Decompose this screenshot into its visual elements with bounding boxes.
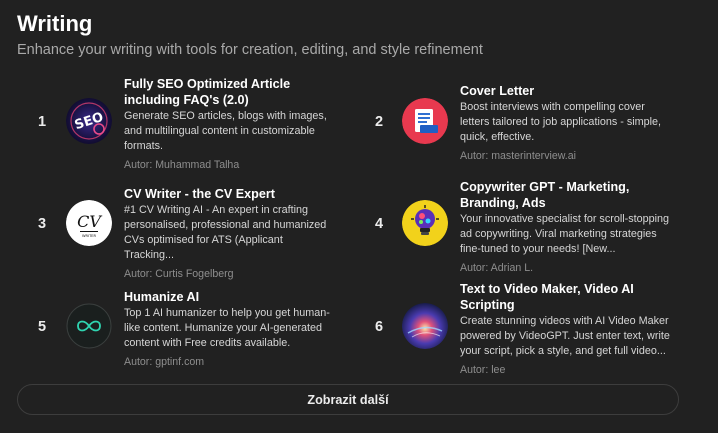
gpt-name: Humanize AI <box>124 290 200 304</box>
show-more-button[interactable]: Zobrazit další <box>17 384 679 415</box>
rank-number: 2 <box>374 114 384 130</box>
svg-text:CV: CV <box>77 212 102 231</box>
gpt-description: Your innovative specialist for scroll-st… <box>460 213 670 255</box>
gpt-description: #1 CV Writing AI - An expert in crafting… <box>124 204 327 261</box>
gpt-name: Copywriter GPT - Marketing, Branding, Ad… <box>460 180 630 210</box>
rank-number: 6 <box>374 319 384 335</box>
gpt-name: CV Writer - the CV Expert <box>124 187 275 201</box>
infinity-icon <box>66 303 112 349</box>
section-subtitle: Enhance your writing with tools for crea… <box>17 42 483 58</box>
gpt-author: Autor: Adrian L. <box>460 262 534 274</box>
gpt-name: Text to Video Maker, Video AI Scripting <box>460 282 634 312</box>
cv-writer-logo-icon: CV WRITER <box>66 200 112 246</box>
rank-number: 4 <box>374 216 384 232</box>
rank-number: 5 <box>37 319 47 335</box>
document-icon <box>402 98 448 144</box>
gpt-author: Autor: masterinterview.ai <box>460 150 576 162</box>
gpt-description: Top 1 AI humanizer to help you get human… <box>124 307 330 349</box>
gpt-author: Autor: Muhammad Talha <box>124 159 240 171</box>
gpt-name: Cover Letter <box>460 84 535 98</box>
gpt-author: Autor: lee <box>460 364 506 376</box>
gpt-author: Autor: Curtis Fogelberg <box>124 268 234 280</box>
gpt-description: Create stunning videos with AI Video Mak… <box>460 315 670 357</box>
section-header: Writing Enhance your writing with tools … <box>17 10 707 60</box>
gpt-author: Autor: gptinf.com <box>124 356 205 368</box>
gpt-name: Fully SEO Optimized Article including FA… <box>124 77 291 107</box>
rank-number: 1 <box>37 114 47 130</box>
section-title: Writing <box>17 11 93 36</box>
rank-number: 3 <box>37 216 47 232</box>
galaxy-icon <box>402 303 448 349</box>
lightbulb-icon <box>402 200 448 246</box>
svg-text:WRITER: WRITER <box>82 234 97 238</box>
gpt-description: Boost interviews with compelling cover l… <box>460 101 662 143</box>
gpt-description: Generate SEO articles, blogs with images… <box>124 110 327 152</box>
seo-logo-icon: SEO <box>66 98 112 144</box>
